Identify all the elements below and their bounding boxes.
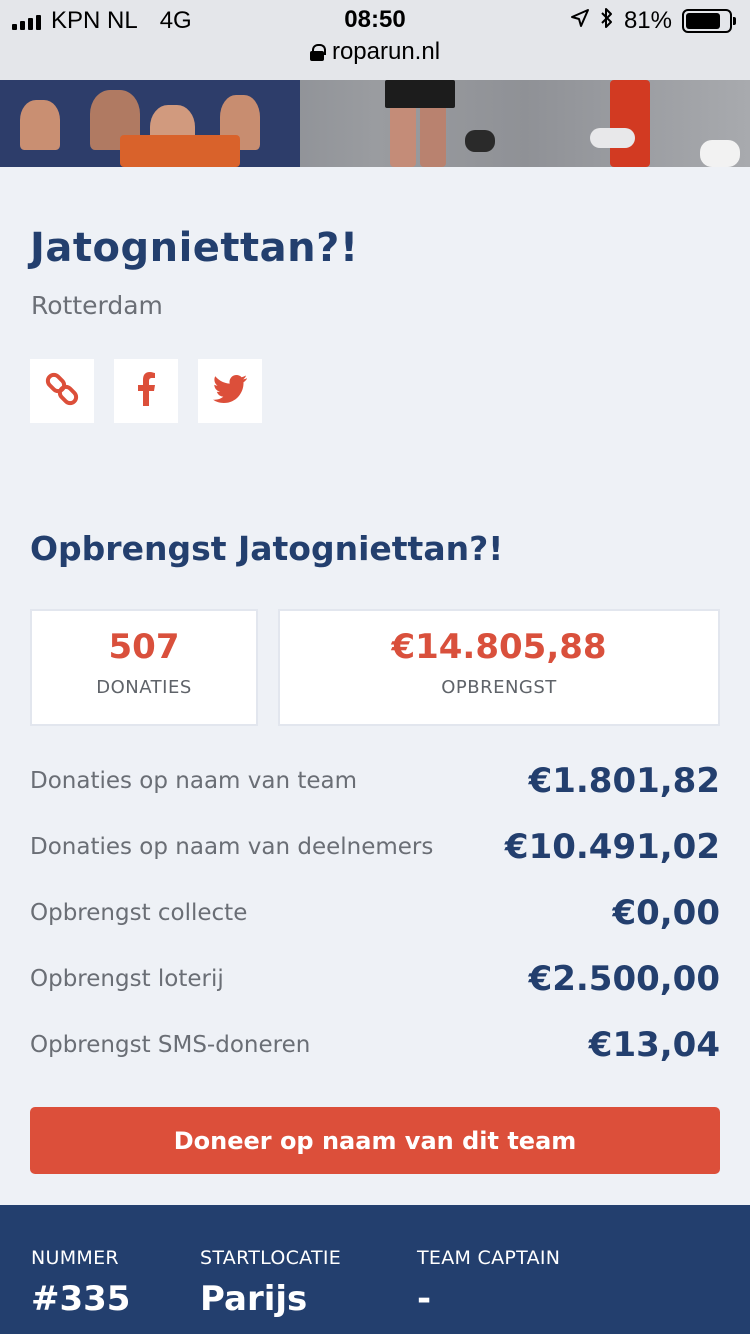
revenue-row-value: €13,04 <box>588 1025 720 1065</box>
twitter-icon <box>212 375 247 407</box>
url-text: roparun.nl <box>331 38 441 65</box>
team-info-footer: NUMMER #335 STARTLOCATIE Parijs TEAM CAP… <box>0 1205 750 1334</box>
revenue-row-value: €10.491,02 <box>504 827 720 867</box>
share-link-button[interactable] <box>30 359 94 423</box>
revenue-row-label: Donaties op naam van deelnemers <box>30 834 434 860</box>
revenue-row: Donaties op naam van deelnemers €10.491,… <box>30 822 720 872</box>
total-revenue: €14.805,88 <box>391 627 607 667</box>
share-facebook-button[interactable] <box>114 359 178 423</box>
revenue-title: Opbrengst Jatogniettan?! <box>30 529 504 568</box>
total-revenue-label: OPBRENGST <box>441 677 557 698</box>
team-captain-value: - <box>417 1279 432 1319</box>
link-icon <box>44 371 80 411</box>
team-number: NUMMER #335 <box>31 1247 130 1319</box>
status-right: 81% <box>570 6 736 36</box>
team-captain-label: TEAM CAPTAIN <box>417 1247 561 1269</box>
status-bar: KPN NL 4G 08:50 81% roparun.nl <box>0 0 750 80</box>
location-arrow-icon <box>570 7 590 35</box>
donations-count-box: 507 DONATIES <box>30 609 258 726</box>
revenue-row-value: €1.801,82 <box>528 761 720 801</box>
total-revenue-box: €14.805,88 OPBRENGST <box>278 609 720 726</box>
start-location-value: Parijs <box>200 1279 308 1319</box>
battery-icon <box>682 9 736 33</box>
team-captain: TEAM CAPTAIN - <box>417 1247 560 1319</box>
start-location-label: STARTLOCATIE <box>200 1247 342 1269</box>
revenue-row-label: Opbrengst loterij <box>30 966 224 992</box>
revenue-row: Opbrengst SMS-doneren €13,04 <box>30 1020 720 1070</box>
revenue-row: Donaties op naam van team €1.801,82 <box>30 756 720 806</box>
revenue-row-value: €0,00 <box>612 893 720 933</box>
start-location: STARTLOCATIE Parijs <box>200 1247 341 1319</box>
revenue-row-label: Opbrengst collecte <box>30 900 248 926</box>
url-bar[interactable]: roparun.nl <box>0 38 750 66</box>
revenue-row: Opbrengst loterij €2.500,00 <box>30 954 720 1004</box>
facebook-icon <box>135 372 157 410</box>
share-twitter-button[interactable] <box>198 359 262 423</box>
lock-icon <box>309 44 326 61</box>
revenue-row-label: Opbrengst SMS-doneren <box>30 1032 311 1058</box>
hero-photo <box>0 80 750 167</box>
battery-percent: 81% <box>623 7 672 34</box>
team-city: Rotterdam <box>31 291 163 320</box>
bluetooth-icon <box>600 7 614 36</box>
team-title: Jatogniettan?! <box>30 225 359 271</box>
donations-label: DONATIES <box>96 677 192 698</box>
donate-team-button[interactable]: Doneer op naam van dit team <box>30 1107 720 1174</box>
team-number-label: NUMMER <box>31 1247 119 1269</box>
team-number-value: #335 <box>31 1279 131 1319</box>
revenue-row: Opbrengst collecte €0,00 <box>30 888 720 938</box>
team-content: Jatogniettan?! Rotterdam Opbrengst Jatog… <box>0 167 750 1205</box>
revenue-row-value: €2.500,00 <box>528 959 720 999</box>
share-buttons <box>30 359 262 423</box>
donations-count: 507 <box>108 627 180 667</box>
revenue-row-label: Donaties op naam van team <box>30 768 358 794</box>
